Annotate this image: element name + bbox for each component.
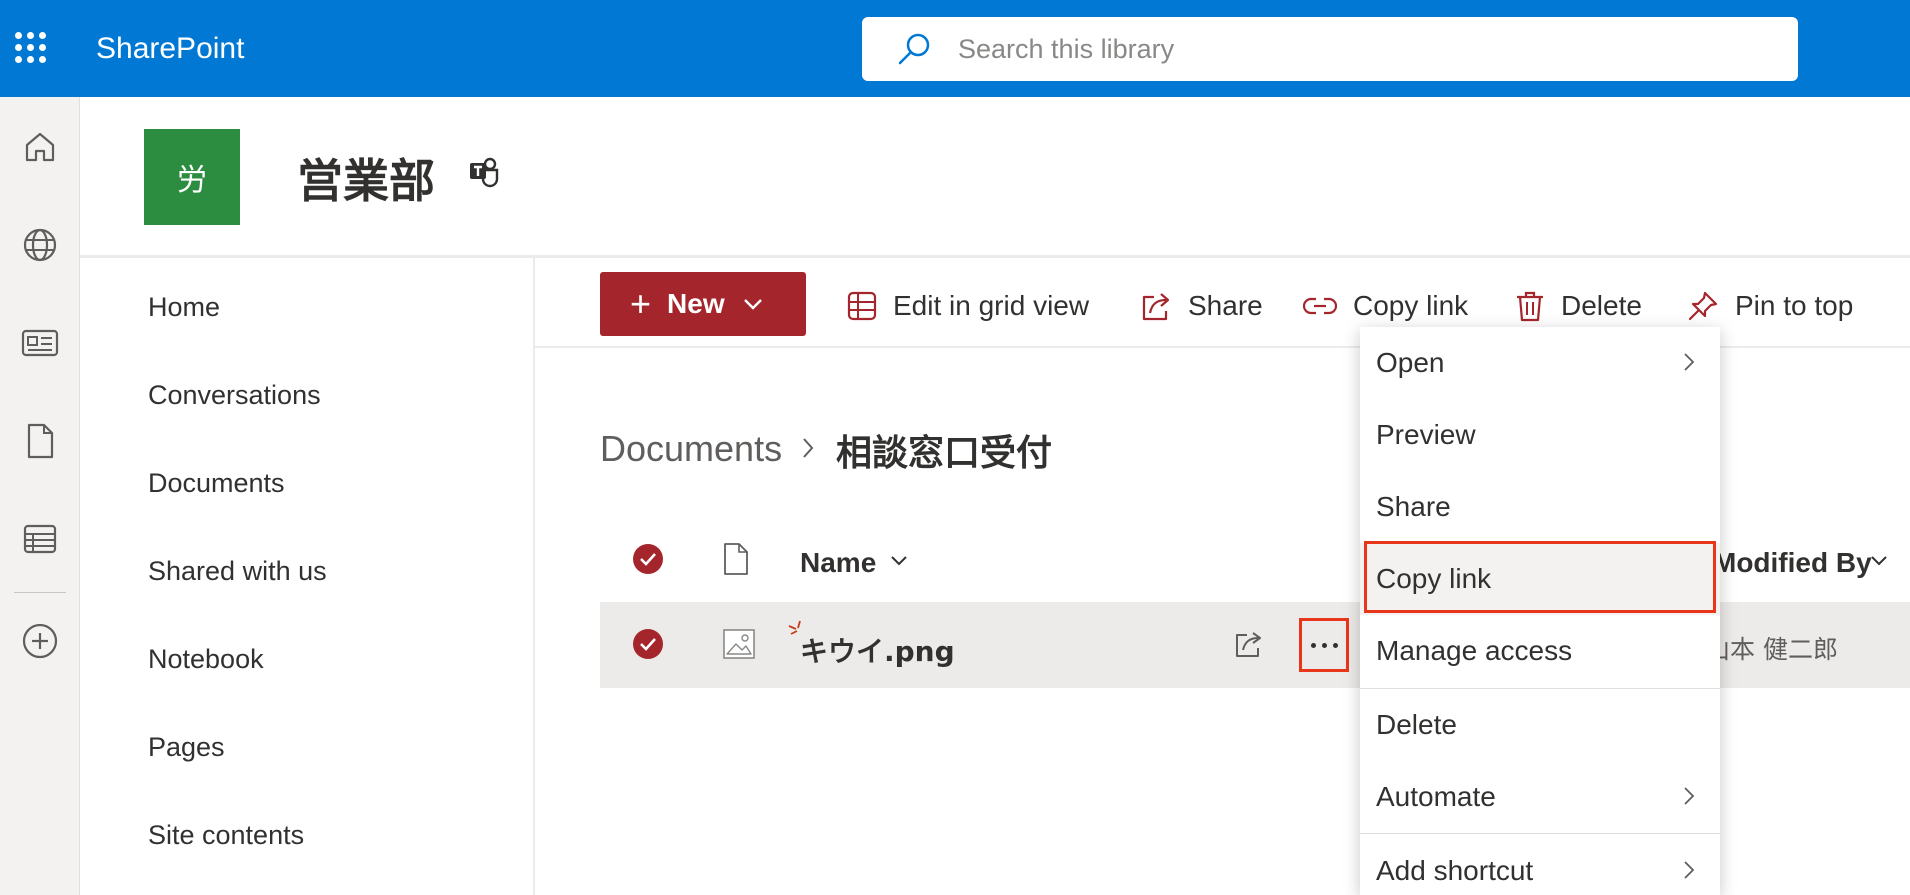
pin-to-top-label: Pin to top <box>1735 290 1854 321</box>
edit-grid-view-button[interactable]: Edit in grid view <box>847 286 1089 326</box>
menu-divider <box>1360 833 1720 834</box>
menu-item-label: Add shortcut <box>1376 855 1534 886</box>
menu-item-label: Delete <box>1376 709 1457 740</box>
chevron-right-icon <box>1684 787 1695 805</box>
new-button[interactable]: + New <box>600 272 806 336</box>
search-box[interactable] <box>862 17 1798 81</box>
breadcrumb-root[interactable]: Documents <box>600 428 782 470</box>
trash-icon <box>1517 291 1543 322</box>
share-button[interactable]: Share <box>1140 286 1263 326</box>
link-icon <box>1303 297 1337 315</box>
chevron-right-icon <box>1684 353 1695 371</box>
nav-item-documents[interactable]: Documents <box>148 468 285 499</box>
news-icon[interactable] <box>10 313 70 373</box>
site-header: 労 営業部 <box>80 97 1910 258</box>
menu-item-add-shortcut[interactable]: Add shortcut <box>1360 835 1720 895</box>
menu-item-label: Preview <box>1376 419 1476 450</box>
menu-item-open[interactable]: Open <box>1360 327 1720 399</box>
menu-item-label: Share <box>1376 491 1451 522</box>
chevron-down-icon[interactable] <box>890 555 908 567</box>
menu-item-preview[interactable]: Preview <box>1360 399 1720 471</box>
delete-label: Delete <box>1561 290 1642 321</box>
nav-item-shared-with-us[interactable]: Shared with us <box>148 556 327 587</box>
menu-item-label: Manage access <box>1376 635 1573 666</box>
menu-item-label: Copy link <box>1376 563 1492 594</box>
menu-item-copy-link[interactable]: Copy link <box>1360 543 1720 615</box>
chevron-down-icon[interactable] <box>1870 555 1888 567</box>
pin-icon <box>1688 291 1718 321</box>
file-icon[interactable] <box>10 411 70 471</box>
globe-icon[interactable] <box>10 215 70 275</box>
chevron-down-icon <box>743 299 762 310</box>
site-navigation: Home Conversations Documents Shared with… <box>80 258 535 895</box>
modified-by-cell: 山本 健二郎 <box>1705 635 1838 664</box>
breadcrumb-current: 相談窓口受付 <box>836 433 1053 474</box>
menu-item-delete[interactable]: Delete <box>1360 689 1720 761</box>
share-label: Share <box>1188 290 1263 321</box>
nav-item-pages[interactable]: Pages <box>148 732 225 763</box>
nav-item-notebook[interactable]: Notebook <box>148 644 264 675</box>
menu-item-manage-access[interactable]: Manage access <box>1360 615 1720 687</box>
select-all-checkbox[interactable] <box>632 543 664 575</box>
context-menu: Open Preview Share Copy link Manage acce… <box>1360 327 1720 895</box>
nav-item-site-contents[interactable]: Site contents <box>148 820 304 851</box>
search-icon <box>898 33 930 65</box>
column-header-modified-by[interactable]: Modified By <box>1713 547 1872 579</box>
add-icon[interactable] <box>10 611 70 671</box>
teams-icon[interactable] <box>467 155 501 189</box>
share-icon[interactable] <box>1234 630 1264 658</box>
edit-grid-view-label: Edit in grid view <box>893 290 1090 321</box>
suite-bar: SharePoint <box>0 0 1910 97</box>
menu-item-label: Automate <box>1376 781 1496 812</box>
menu-item-share[interactable]: Share <box>1360 471 1720 543</box>
pin-to-top-button[interactable]: Pin to top <box>1687 286 1853 326</box>
copy-link-button[interactable]: Copy link <box>1303 286 1468 326</box>
app-bar <box>0 97 80 895</box>
app-bar-divider <box>14 592 66 593</box>
column-header-name[interactable]: Name <box>800 547 876 579</box>
copy-link-label: Copy link <box>1353 290 1469 321</box>
site-logo-text: 労 <box>177 163 207 198</box>
search-input[interactable] <box>958 31 1758 67</box>
chevron-right-icon <box>803 438 814 458</box>
site-title[interactable]: 営業部 <box>297 145 435 211</box>
file-name[interactable]: キウイ.png <box>800 630 955 670</box>
nav-item-home[interactable]: Home <box>148 292 220 323</box>
app-launcher-icon[interactable] <box>12 29 50 67</box>
menu-item-label: Open <box>1376 347 1445 378</box>
share-icon <box>1142 293 1170 321</box>
new-button-label: New <box>667 288 725 319</box>
more-actions-button[interactable] <box>1299 618 1349 672</box>
file-type-icon[interactable] <box>723 542 749 576</box>
home-icon[interactable] <box>10 117 70 177</box>
grid-icon <box>847 291 877 321</box>
site-logo[interactable]: 労 <box>144 129 240 225</box>
menu-item-automate[interactable]: Automate <box>1360 761 1720 833</box>
image-file-icon <box>723 629 755 659</box>
list-icon[interactable] <box>10 509 70 569</box>
nav-item-conversations[interactable]: Conversations <box>148 380 321 411</box>
chevron-right-icon <box>1684 861 1695 879</box>
app-name[interactable]: SharePoint <box>96 32 244 66</box>
row-checkbox[interactable] <box>632 628 664 660</box>
plus-icon: + <box>630 283 652 324</box>
delete-button[interactable]: Delete <box>1515 286 1642 326</box>
